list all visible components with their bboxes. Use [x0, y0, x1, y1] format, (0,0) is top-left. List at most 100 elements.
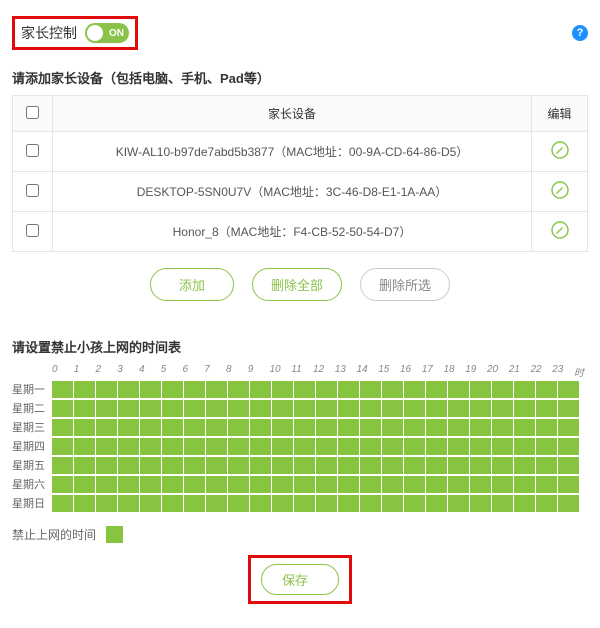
schedule-cell[interactable] [404, 457, 425, 474]
schedule-cell[interactable] [272, 400, 293, 417]
schedule-cell[interactable] [52, 476, 73, 493]
schedule-cell[interactable] [294, 419, 315, 436]
schedule-cell[interactable] [448, 457, 469, 474]
schedule-cell[interactable] [382, 476, 403, 493]
delete-selected-button[interactable]: 删除所选 [360, 268, 450, 301]
schedule-cell[interactable] [118, 476, 139, 493]
schedule-cell[interactable] [514, 438, 535, 455]
schedule-cell[interactable] [514, 457, 535, 474]
schedule-cell[interactable] [184, 457, 205, 474]
schedule-cell[interactable] [514, 476, 535, 493]
schedule-cell[interactable] [96, 457, 117, 474]
schedule-cell[interactable] [536, 400, 557, 417]
schedule-cell[interactable] [272, 419, 293, 436]
schedule-cell[interactable] [52, 381, 73, 398]
schedule-cell[interactable] [492, 381, 513, 398]
schedule-cell[interactable] [184, 476, 205, 493]
schedule-cell[interactable] [74, 400, 95, 417]
schedule-cell[interactable] [140, 457, 161, 474]
schedule-cell[interactable] [272, 438, 293, 455]
schedule-cell[interactable] [228, 457, 249, 474]
schedule-cell[interactable] [74, 381, 95, 398]
schedule-cell[interactable] [316, 400, 337, 417]
schedule-cell[interactable] [558, 438, 579, 455]
schedule-cell[interactable] [294, 457, 315, 474]
schedule-cell[interactable] [294, 438, 315, 455]
schedule-cell[interactable] [514, 495, 535, 512]
schedule-cell[interactable] [360, 438, 381, 455]
schedule-cell[interactable] [514, 381, 535, 398]
help-icon[interactable]: ? [572, 25, 588, 41]
schedule-cell[interactable] [74, 457, 95, 474]
schedule-cell[interactable] [162, 457, 183, 474]
schedule-cell[interactable] [250, 419, 271, 436]
schedule-cell[interactable] [140, 381, 161, 398]
schedule-cell[interactable] [360, 381, 381, 398]
schedule-cell[interactable] [162, 495, 183, 512]
schedule-cell[interactable] [492, 495, 513, 512]
schedule-cell[interactable] [184, 438, 205, 455]
schedule-cell[interactable] [536, 419, 557, 436]
row-checkbox[interactable] [26, 144, 39, 157]
schedule-cell[interactable] [470, 476, 491, 493]
schedule-cell[interactable] [382, 438, 403, 455]
schedule-cell[interactable] [228, 381, 249, 398]
schedule-cell[interactable] [162, 381, 183, 398]
schedule-cell[interactable] [118, 457, 139, 474]
schedule-cell[interactable] [338, 476, 359, 493]
schedule-cell[interactable] [536, 381, 557, 398]
schedule-cell[interactable] [404, 438, 425, 455]
parental-control-toggle[interactable]: ON [85, 23, 129, 43]
schedule-cell[interactable] [382, 457, 403, 474]
edit-icon[interactable] [551, 221, 569, 239]
schedule-cell[interactable] [448, 381, 469, 398]
schedule-cell[interactable] [426, 381, 447, 398]
schedule-cell[interactable] [448, 419, 469, 436]
schedule-cell[interactable] [536, 476, 557, 493]
schedule-cell[interactable] [272, 476, 293, 493]
schedule-cell[interactable] [360, 419, 381, 436]
schedule-cell[interactable] [316, 495, 337, 512]
schedule-cell[interactable] [184, 381, 205, 398]
schedule-cell[interactable] [448, 438, 469, 455]
schedule-cell[interactable] [206, 400, 227, 417]
schedule-cell[interactable] [426, 438, 447, 455]
schedule-cell[interactable] [558, 419, 579, 436]
schedule-cell[interactable] [96, 381, 117, 398]
schedule-cell[interactable] [184, 495, 205, 512]
schedule-cell[interactable] [426, 495, 447, 512]
schedule-cell[interactable] [316, 457, 337, 474]
schedule-cell[interactable] [492, 457, 513, 474]
schedule-cell[interactable] [338, 400, 359, 417]
schedule-cell[interactable] [470, 495, 491, 512]
schedule-cell[interactable] [206, 419, 227, 436]
schedule-cell[interactable] [206, 381, 227, 398]
schedule-cell[interactable] [118, 419, 139, 436]
schedule-cell[interactable] [558, 457, 579, 474]
schedule-cell[interactable] [52, 438, 73, 455]
schedule-cell[interactable] [96, 438, 117, 455]
schedule-cell[interactable] [228, 495, 249, 512]
schedule-cell[interactable] [272, 381, 293, 398]
schedule-cell[interactable] [294, 381, 315, 398]
schedule-cell[interactable] [96, 419, 117, 436]
schedule-cell[interactable] [492, 476, 513, 493]
schedule-cell[interactable] [250, 438, 271, 455]
schedule-cell[interactable] [470, 438, 491, 455]
schedule-cell[interactable] [338, 495, 359, 512]
schedule-cell[interactable] [338, 419, 359, 436]
schedule-cell[interactable] [316, 476, 337, 493]
schedule-cell[interactable] [426, 419, 447, 436]
schedule-cell[interactable] [96, 400, 117, 417]
schedule-cell[interactable] [382, 419, 403, 436]
schedule-cell[interactable] [206, 495, 227, 512]
schedule-cell[interactable] [52, 419, 73, 436]
delete-all-button[interactable]: 删除全部 [252, 268, 342, 301]
schedule-cell[interactable] [404, 476, 425, 493]
schedule-cell[interactable] [448, 476, 469, 493]
schedule-cell[interactable] [448, 495, 469, 512]
schedule-cell[interactable] [360, 400, 381, 417]
row-checkbox[interactable] [26, 184, 39, 197]
schedule-cell[interactable] [140, 438, 161, 455]
schedule-cell[interactable] [558, 495, 579, 512]
